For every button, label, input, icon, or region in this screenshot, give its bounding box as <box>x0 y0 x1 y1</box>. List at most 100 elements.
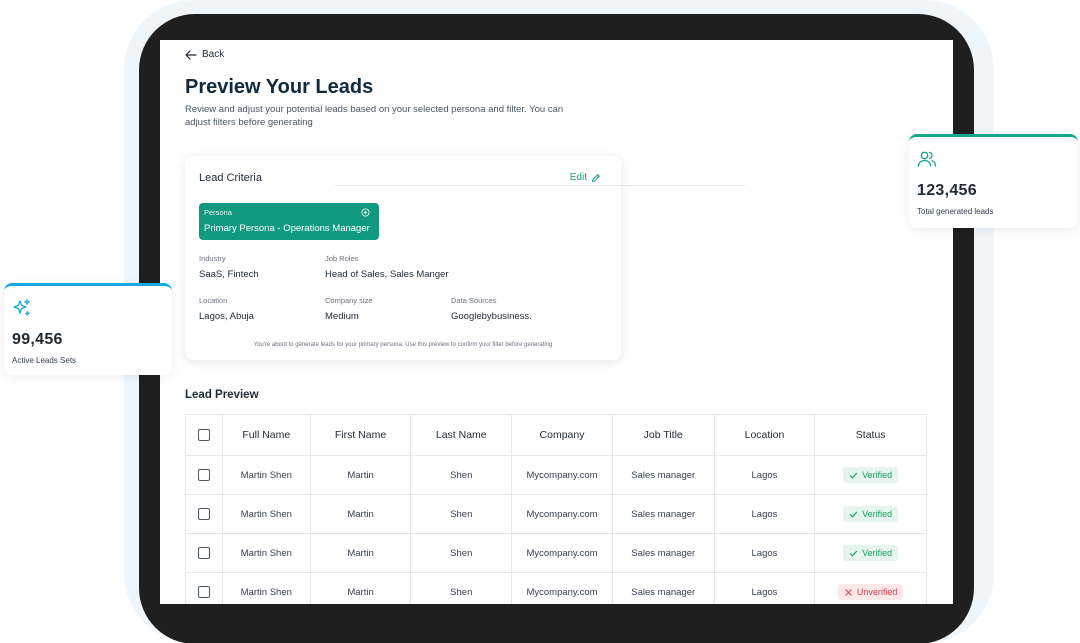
company-cell: Mycompany.com <box>511 456 612 494</box>
criteria-divider <box>335 185 745 186</box>
table-row: Martin Shen Martin Shen Mycompany.com Sa… <box>186 573 926 604</box>
status-badge: Verified <box>843 467 899 483</box>
table-row: Martin Shen Martin Shen Mycompany.com Sa… <box>186 495 926 534</box>
status-label: Verified <box>862 470 893 480</box>
industry-label: Industry <box>199 254 226 263</box>
edit-criteria-button[interactable]: Edit <box>570 172 601 183</box>
status-cell: Verified <box>814 495 926 533</box>
criteria-note: You're about to generate leads for your … <box>253 342 553 348</box>
total-leads-card: 123,456 Total generated leads <box>909 134 1078 228</box>
column-header[interactable]: Job Title <box>611 415 714 455</box>
last-name-cell: Shen <box>410 495 511 533</box>
column-header[interactable]: Status <box>814 415 926 455</box>
active-leads-label: Active Leads Sets <box>12 356 77 365</box>
column-header[interactable]: Company <box>511 415 612 455</box>
status-cell: Unverified <box>814 573 926 604</box>
row-checkbox[interactable] <box>197 469 210 481</box>
row-checkbox[interactable] <box>197 586 210 598</box>
row-checkbox-cell <box>186 495 222 533</box>
first-name-cell: Martin <box>309 534 411 572</box>
company-cell: Mycompany.com <box>511 573 612 604</box>
location-value: Lagos, Abuja <box>199 311 254 322</box>
column-header[interactable]: Last Name <box>410 415 511 455</box>
table-row: Martin Shen Martin Shen Mycompany.com Sa… <box>186 534 926 573</box>
check-icon <box>849 550 858 556</box>
location-cell: Lagos <box>713 495 815 533</box>
edit-label: Edit <box>569 172 587 183</box>
check-icon <box>849 511 858 517</box>
select-all-checkbox[interactable] <box>197 429 210 441</box>
arrow-left-icon <box>185 49 197 60</box>
column-header[interactable]: First Name <box>309 415 411 455</box>
status-cell: Verified <box>814 456 926 494</box>
pencil-icon <box>592 173 600 182</box>
job-roles-value: Head of Sales, Sales Manger <box>325 269 449 280</box>
company-size-field: Company size Medium <box>325 296 373 322</box>
job-roles-field: Job Roles Head of Sales, Sales Manger <box>325 254 449 280</box>
row-checkbox-cell <box>186 456 222 494</box>
location-label: Location <box>199 296 228 305</box>
full-name-cell: Martin Shen <box>221 456 310 494</box>
total-leads-value: 123,456 <box>917 182 977 199</box>
column-header[interactable]: Location <box>713 415 815 455</box>
full-name-cell: Martin Shen <box>221 573 310 604</box>
company-size-value: Medium <box>325 311 359 322</box>
check-icon <box>849 472 858 478</box>
row-checkbox[interactable] <box>197 508 210 520</box>
location-cell: Lagos <box>713 534 815 572</box>
sparkle-icon <box>13 299 30 316</box>
job-title-cell: Sales manager <box>611 495 714 533</box>
table-row: Martin Shen Martin Shen Mycompany.com Sa… <box>186 456 926 495</box>
x-icon <box>845 588 852 596</box>
persona-label: Persona <box>204 208 232 217</box>
full-name-cell: Martin Shen <box>221 495 310 533</box>
back-label: Back <box>202 49 225 60</box>
data-sources-label: Data Sources <box>451 296 497 305</box>
first-name-cell: Martin <box>309 456 411 494</box>
last-name-cell: Shen <box>410 534 511 572</box>
target-icon <box>361 208 370 217</box>
company-cell: Mycompany.com <box>511 495 612 533</box>
persona-value: Primary Persona - Operations Manager <box>204 223 370 234</box>
row-checkbox-cell <box>186 534 222 572</box>
page-title: Preview Your Leads <box>185 76 374 98</box>
job-title-cell: Sales manager <box>611 534 714 572</box>
lead-preview-table: Full Name First Name Last Name Company J… <box>185 414 927 604</box>
row-checkbox-cell <box>186 573 222 604</box>
status-label: Verified <box>862 548 893 558</box>
users-icon <box>917 151 937 167</box>
active-leads-card: 99,456 Active Leads Sets <box>4 283 172 375</box>
status-badge: Verified <box>843 545 899 561</box>
location-field: Location Lagos, Abuja <box>199 296 254 322</box>
data-sources-value: Googlebybusiness. <box>451 311 532 322</box>
status-label: Verified <box>862 509 893 519</box>
lead-preview-title: Lead Preview <box>185 389 259 401</box>
header-checkbox-cell <box>186 415 222 455</box>
row-checkbox[interactable] <box>197 547 210 559</box>
full-name-cell: Martin Shen <box>221 534 310 572</box>
active-leads-value: 99,456 <box>12 331 63 348</box>
table-header-row: Full Name First Name Last Name Company J… <box>186 415 926 456</box>
back-link[interactable]: Back <box>185 49 224 60</box>
page-subtitle: Review and adjust your potential leads b… <box>185 104 564 128</box>
data-sources-field: Data Sources Googlebybusiness. <box>451 296 532 322</box>
industry-field: Industry SaaS, Fintech <box>199 254 259 280</box>
company-size-label: Company size <box>325 296 373 305</box>
persona-chip[interactable]: Persona Primary Persona - Operations Man… <box>199 203 379 240</box>
total-leads-label: Total generated leads <box>917 207 994 216</box>
lead-criteria-card: Lead Criteria Edit Persona Primary Perso… <box>185 156 745 360</box>
job-title-cell: Sales manager <box>611 456 714 494</box>
last-name-cell: Shen <box>410 573 511 604</box>
location-cell: Lagos <box>713 456 815 494</box>
job-roles-label: Job Roles <box>325 254 359 263</box>
status-badge: Verified <box>843 506 899 522</box>
location-cell: Lagos <box>713 573 815 604</box>
lead-criteria-title: Lead Criteria <box>199 172 262 184</box>
app-screen: Back Preview Your Leads Review and adjus… <box>160 40 953 604</box>
status-cell: Verified <box>814 534 926 572</box>
status-badge: Unverified <box>837 584 904 600</box>
last-name-cell: Shen <box>410 456 511 494</box>
company-cell: Mycompany.com <box>511 534 612 572</box>
column-header[interactable]: Full Name <box>221 415 310 455</box>
job-title-cell: Sales manager <box>611 573 714 604</box>
